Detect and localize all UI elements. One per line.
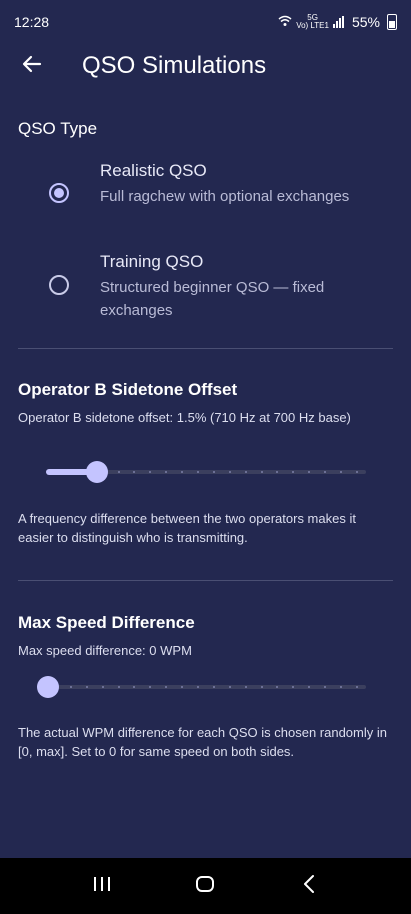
home-icon [195,874,215,899]
radio-button-training[interactable] [49,275,69,295]
sidetone-slider[interactable] [46,460,366,484]
slider-tick [181,471,184,473]
slider-tick [355,686,358,688]
system-nav-bar [0,858,411,914]
sidetone-help-text: A frequency difference between the two o… [18,511,356,545]
slider-tick [244,471,247,473]
recents-button[interactable] [82,866,122,906]
slider-tick [276,686,279,688]
page-title: QSO Simulations [82,52,267,79]
chevron-left-icon [302,874,316,899]
qso-type-title: QSO Type [18,119,98,138]
divider [18,348,393,349]
slider-tick [260,471,263,473]
wifi-icon [278,14,292,30]
radio-description-realistic: Full ragchew with optional exchanges [100,188,350,205]
sidetone-value-text: Operator B sidetone offset: 1.5% (710 Hz… [18,410,351,425]
recents-icon [92,875,112,898]
slider-tick [117,686,120,688]
slider-tick [340,471,343,473]
radio-button-realistic[interactable] [49,183,69,203]
slider-tick [292,686,295,688]
slider-tick [181,686,184,688]
speed-title: Max Speed Difference [18,613,195,632]
network-lte-label: Vo) LTE1 [296,21,329,30]
slider-tick [308,471,311,473]
divider [18,580,393,581]
radio-option-training[interactable]: Training QSO Structured beginner QSO — f… [0,251,411,326]
network-type: 5G Vo) LTE1 [296,14,329,30]
battery-icon [387,14,397,30]
battery-percent: 55% [351,14,380,30]
slider-tick [276,471,279,473]
radio-option-realistic[interactable]: Realistic QSO Full ragchew with optional… [0,160,411,235]
slider-tick [228,471,231,473]
slider-tick [212,471,215,473]
slider-ticks [54,686,358,688]
back-button[interactable] [12,46,52,86]
slider-thumb[interactable] [37,676,59,698]
slider-tick [133,471,136,473]
slider-tick [85,686,88,688]
slider-tick [197,471,200,473]
app-bar: QSO Simulations [0,44,411,88]
slider-tick [308,686,311,688]
radio-description-training: Structured beginner QSO — fixed exchange… [100,279,325,319]
slider-tick [149,686,152,688]
radio-label-realistic: Realistic QSO [100,161,207,180]
slider-tick [244,686,247,688]
slider-tick [355,471,358,473]
speed-value-text: Max speed difference: 0 WPM [18,643,192,658]
sidetone-title: Operator B Sidetone Offset [18,380,238,399]
slider-tick [69,686,72,688]
slider-thumb[interactable] [85,461,108,483]
slider-tick [324,686,327,688]
slider-tick [212,686,215,688]
slider-tick [340,686,343,688]
speed-slider[interactable] [37,675,366,699]
slider-tick [117,471,120,473]
signal-icon [332,16,344,28]
slider-tick [165,686,168,688]
status-time: 12:28 [14,14,50,30]
status-bar: 12:28 5G Vo) LTE1 55% [0,0,411,44]
slider-tick [101,686,104,688]
slider-tick [149,471,152,473]
slider-tick [133,686,136,688]
home-button[interactable] [185,866,225,906]
slider-tick [260,686,263,688]
slider-tick [228,686,231,688]
slider-tick [197,686,200,688]
slider-tick [324,471,327,473]
slider-tick [292,471,295,473]
slider-tick [165,471,168,473]
radio-label-training: Training QSO [100,252,204,271]
status-icons: 5G Vo) LTE1 55% [278,14,397,30]
arrow-left-icon [22,54,42,79]
nav-back-button[interactable] [289,866,329,906]
speed-help-text: The actual WPM difference for each QSO i… [18,725,387,759]
